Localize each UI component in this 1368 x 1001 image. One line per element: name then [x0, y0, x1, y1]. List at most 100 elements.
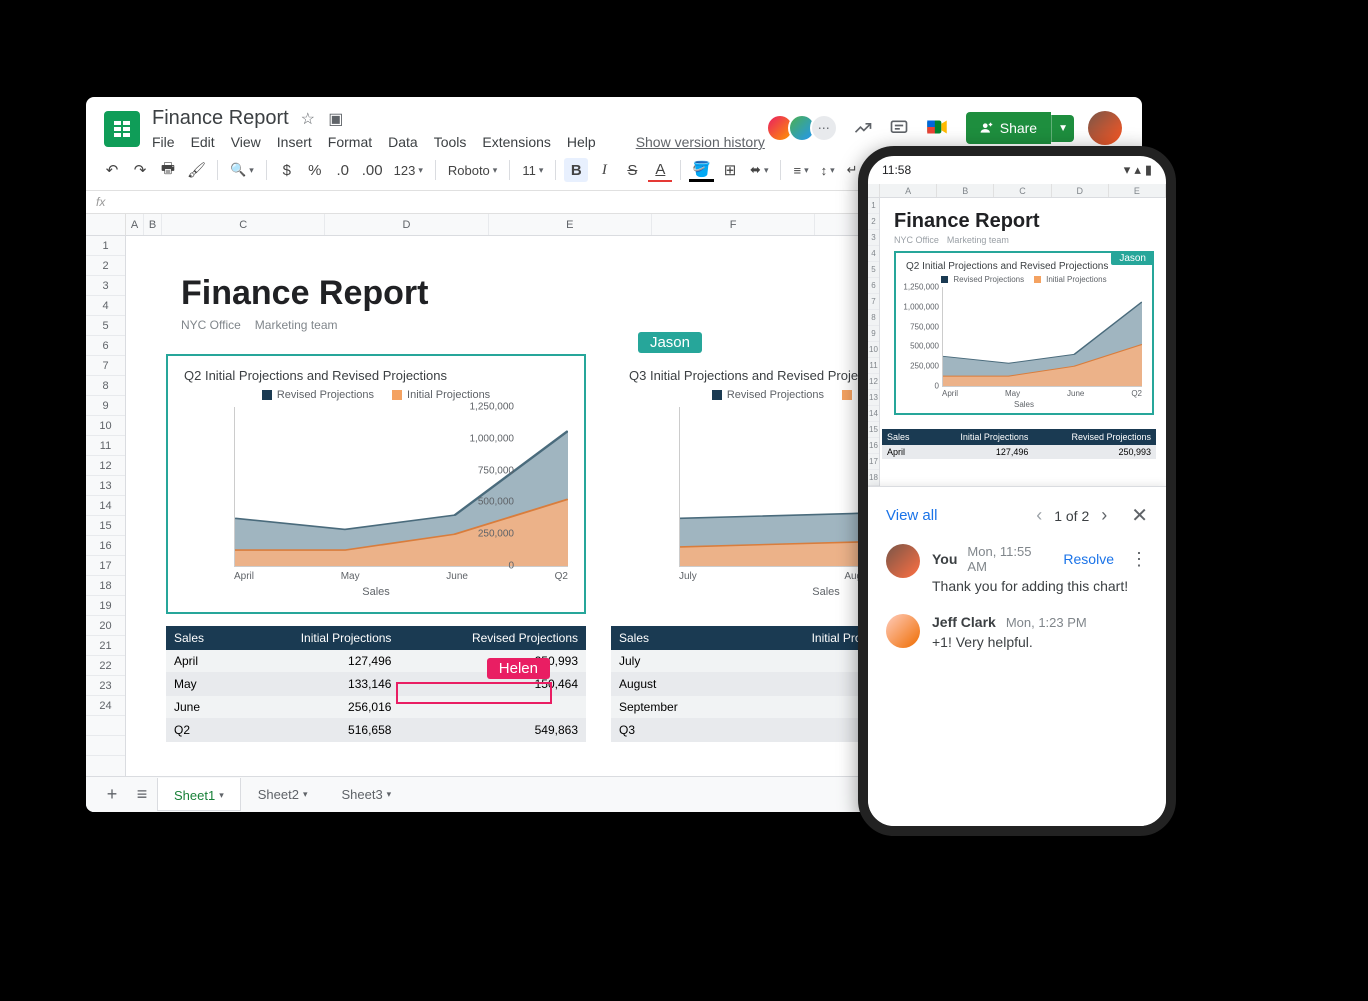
star-icon[interactable]: ☆	[299, 110, 317, 128]
currency-icon[interactable]: $	[275, 158, 299, 182]
add-sheet-button[interactable]: +	[98, 781, 126, 809]
increase-decimal-icon[interactable]: .00	[359, 158, 386, 182]
menu-insert[interactable]: Insert	[277, 134, 312, 150]
valign-icon[interactable]: ↕▾	[817, 163, 839, 178]
battery-icon: ▮	[1145, 162, 1152, 178]
all-sheets-button[interactable]: ≡	[128, 781, 156, 809]
comment-author: Jeff Clark	[932, 614, 996, 630]
presence-tag-helen: Helen	[487, 658, 550, 679]
document-title[interactable]: Finance Report	[152, 107, 289, 130]
mobile-data-table[interactable]: SalesInitial ProjectionsRevised Projecti…	[882, 429, 1156, 459]
header-right: ⋯ Share ▼	[772, 111, 1122, 145]
menu-bar: File Edit View Insert Format Data Tools …	[152, 134, 772, 150]
sheet-subheading: NYC OfficeMarketing team	[181, 318, 338, 332]
account-avatar[interactable]	[1088, 111, 1122, 145]
chart-q2[interactable]: Q2 Initial Projections and Revised Proje…	[166, 354, 586, 614]
share-button[interactable]: Share	[966, 112, 1051, 144]
comment-more-icon[interactable]: ⋮	[1130, 549, 1148, 570]
collaborator-overflow[interactable]: ⋯	[810, 114, 838, 142]
col-d[interactable]: D	[325, 214, 488, 235]
chart-q2-title: Q2 Initial Projections and Revised Proje…	[184, 368, 568, 383]
strikethrough-icon[interactable]: S	[620, 158, 644, 182]
comment-avatar	[886, 614, 920, 648]
bold-icon[interactable]: B	[564, 158, 588, 182]
comment-item: You Mon, 11:55 AM Resolve ⋮ Thank you fo…	[886, 544, 1148, 594]
meet-icon[interactable]	[924, 114, 952, 142]
mobile-time: 11:58	[882, 163, 911, 177]
align-icon[interactable]: ≡▾	[789, 163, 812, 178]
italic-icon[interactable]: I	[592, 158, 616, 182]
font-size-select[interactable]: 11▾	[518, 163, 547, 178]
title-area: Finance Report ☆ ▣ File Edit View Insert…	[152, 107, 772, 150]
col-c[interactable]: C	[162, 214, 325, 235]
mobile-chart[interactable]: Q2 Initial Projections and Revised Proje…	[894, 251, 1154, 415]
redo-icon[interactable]: ↷	[128, 158, 152, 182]
text-color-icon[interactable]: A	[648, 158, 672, 182]
prev-comment-icon[interactable]: ‹	[1036, 505, 1042, 526]
select-all-corner[interactable]	[86, 214, 126, 235]
comment-author: You	[932, 551, 957, 567]
version-history-link[interactable]: Show version history	[636, 134, 765, 150]
mobile-status-icons: ▾▴▮	[1124, 162, 1152, 178]
chart-q2-legend: Revised Projections Initial Projections	[184, 389, 568, 401]
col-a[interactable]: A	[126, 214, 144, 235]
col-f[interactable]: F	[652, 214, 815, 235]
view-all-comments-link[interactable]: View all	[886, 507, 1022, 524]
menu-tools[interactable]: Tools	[434, 134, 467, 150]
merge-cells-icon[interactable]: ⬌▾	[746, 162, 772, 178]
decrease-decimal-icon[interactable]: .0	[331, 158, 355, 182]
sheet-tab-2[interactable]: Sheet2▾	[242, 779, 324, 810]
sheet-heading: Finance Report	[181, 274, 428, 313]
mobile-column-headers: ABCDE	[868, 184, 1166, 198]
format-123-select[interactable]: 123▾	[390, 163, 427, 178]
comments-panel: View all ‹ 1 of 2 › ✕ You Mon, 11:55 AM …	[868, 486, 1166, 826]
move-to-folder-icon[interactable]: ▣	[327, 110, 345, 128]
font-select[interactable]: Roboto▾	[444, 163, 501, 178]
mobile-presence-tag-jason: Jason	[1111, 252, 1154, 265]
paint-format-icon[interactable]: 🖌	[184, 158, 209, 182]
borders-icon[interactable]: ⊞	[718, 158, 742, 182]
close-comments-icon[interactable]: ✕	[1131, 503, 1148, 528]
presence-selection-helen: Helen	[396, 682, 552, 704]
comment-item: Jeff Clark Mon, 1:23 PM +1! Very helpful…	[886, 614, 1148, 650]
comment-text: +1! Very helpful.	[932, 634, 1148, 650]
mobile-heading: Finance Report	[894, 210, 1154, 233]
col-e[interactable]: E	[489, 214, 652, 235]
comment-history-icon[interactable]	[888, 117, 910, 139]
comment-time: Mon, 1:23 PM	[1006, 615, 1087, 630]
signal-icon: ▴	[1134, 162, 1141, 178]
collaborator-avatars[interactable]: ⋯	[772, 114, 838, 142]
mobile-preview: 11:58 ▾▴▮ ABCDE 123456789101112131415161…	[858, 146, 1176, 836]
fill-color-icon[interactable]: 🪣	[689, 158, 714, 182]
comment-avatar	[886, 544, 920, 578]
undo-icon[interactable]: ↶	[100, 158, 124, 182]
share-button-group: Share ▼	[966, 112, 1074, 144]
menu-file[interactable]: File	[152, 134, 175, 150]
share-dropdown[interactable]: ▼	[1051, 115, 1074, 142]
col-b[interactable]: B	[144, 214, 162, 235]
activity-icon[interactable]	[852, 117, 874, 139]
comment-time: Mon, 11:55 AM	[967, 544, 1053, 574]
sheets-logo-icon[interactable]	[104, 111, 140, 147]
print-icon[interactable]: 🖶	[156, 158, 180, 182]
share-label: Share	[1000, 120, 1037, 136]
mobile-grid[interactable]: 123456789101112131415161718 Finance Repo…	[868, 198, 1166, 508]
next-comment-icon[interactable]: ›	[1101, 505, 1107, 526]
resolve-button[interactable]: Resolve	[1063, 551, 1114, 567]
menu-help[interactable]: Help	[567, 134, 596, 150]
zoom-select[interactable]: 🔍▾	[226, 162, 258, 178]
wifi-icon: ▾	[1124, 162, 1131, 178]
chart-q2-plot: 1,250,000 1,000,000 750,000 500,000 250,…	[234, 407, 568, 567]
table-row: Q2516,658549,863	[166, 719, 586, 742]
menu-data[interactable]: Data	[388, 134, 418, 150]
comment-counter: 1 of 2	[1054, 508, 1089, 524]
percent-icon[interactable]: %	[303, 158, 327, 182]
comment-text: Thank you for adding this chart!	[932, 578, 1148, 594]
menu-edit[interactable]: Edit	[191, 134, 215, 150]
presence-tag-jason: Jason	[638, 332, 702, 353]
menu-view[interactable]: View	[231, 134, 261, 150]
sheet-tab-3[interactable]: Sheet3▾	[325, 779, 407, 810]
sheet-tab-1[interactable]: Sheet1▾	[158, 778, 240, 811]
menu-extensions[interactable]: Extensions	[482, 134, 550, 150]
menu-format[interactable]: Format	[328, 134, 372, 150]
